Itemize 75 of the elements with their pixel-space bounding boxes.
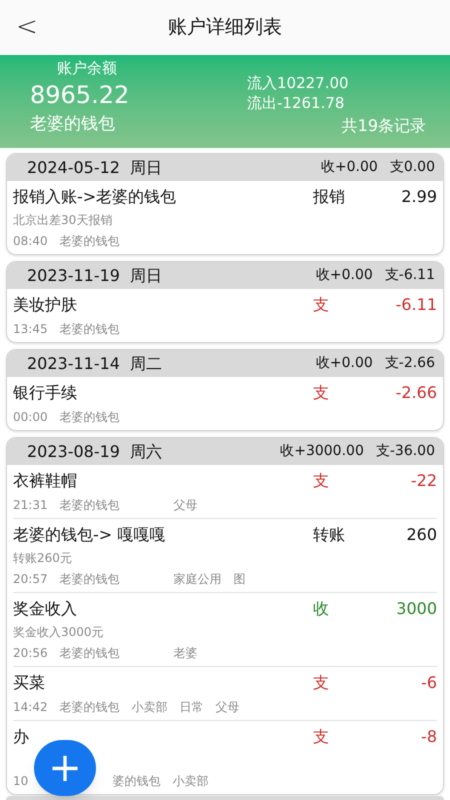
record-title: 衣裤鞋帽 (13, 470, 78, 492)
weekday-label: 周日 (130, 264, 162, 286)
record-title: 银行手续 (13, 382, 78, 404)
wallet-name: 老婆的钱包 (60, 321, 120, 338)
shop-name: 小卖部 (132, 699, 168, 716)
record-title: 美妆护肤 (13, 294, 78, 316)
weekday-label: 周二 (130, 352, 162, 374)
record-amount: -6 (421, 672, 437, 694)
account-name: 老婆的钱包 (30, 112, 115, 136)
back-button[interactable]: < (16, 12, 38, 42)
income-total: 收+0.00 (316, 266, 373, 285)
record-tag: 家庭公用 (174, 570, 222, 588)
record-tag: 日常 (180, 698, 204, 716)
record-time: 10 (13, 773, 28, 790)
record-time: 20:56 (13, 645, 48, 662)
record-title: 老婆的钱包-> 嘎嘎嘎 (13, 524, 166, 546)
record-type: 支 (313, 672, 330, 694)
record-time: 21:31 (13, 497, 48, 514)
record-memo: 奖金收入3000元 (13, 624, 105, 641)
record-type: 支 (313, 382, 330, 404)
balance-label: 账户余额 (57, 58, 117, 79)
record-title: 办 (13, 726, 30, 748)
record-tag: 老婆 (174, 644, 198, 662)
record-tag: 父母 (216, 698, 240, 716)
record-memo: 北京出差30天报销 (13, 212, 114, 229)
record-type: 支 (313, 294, 330, 316)
record-amount: -6.11 (396, 294, 437, 316)
record-type: 转账 (313, 524, 346, 546)
record-amount: 2.99 (401, 186, 437, 208)
wallet-name: 老婆的钱包 (60, 571, 120, 588)
weekday-label: 周日 (130, 156, 162, 178)
shop-name: 小卖部 (172, 773, 208, 790)
outflow-total: 流出-1261.78 (247, 93, 346, 113)
record-type: 支 (313, 726, 330, 748)
weekday-label: 周六 (130, 440, 162, 462)
record-time: 14:42 (13, 699, 48, 716)
record-amount: -2.66 (396, 382, 437, 404)
record-type: 收 (313, 598, 330, 620)
record-count: 共19条记录 (342, 115, 426, 137)
income-total: 收+0.00 (316, 354, 373, 373)
record-time: 00:00 (13, 409, 48, 426)
date-label: 2023-08-19 (27, 440, 120, 462)
record-time: 20:57 (13, 571, 48, 588)
inflow-total: 流入10227.00 (247, 73, 350, 93)
expense-total: 支-2.66 (384, 354, 435, 373)
page-title: 账户详细列表 (168, 15, 282, 40)
record-amount: 260 (406, 524, 437, 546)
record-title: 买菜 (13, 672, 46, 694)
wallet-name: 老婆的钱包 (60, 409, 120, 426)
record-amount: 3000 (396, 598, 437, 620)
wallet-name: 婆的钱包 (112, 773, 160, 790)
wallet-name: 老婆的钱包 (60, 645, 120, 662)
record-type: 支 (313, 470, 330, 492)
balance-amount: 8965.22 (30, 80, 130, 110)
expense-total: 支0.00 (390, 158, 435, 177)
record-time: 08:40 (13, 233, 48, 250)
date-label: 2024-05-12 (27, 156, 120, 178)
date-label: 2023-11-19 (27, 264, 120, 286)
record-time: 13:45 (13, 321, 48, 338)
wallet-name: 老婆的钱包 (60, 233, 120, 250)
record-amount: -22 (410, 470, 437, 492)
record-title: 奖金收入 (13, 598, 78, 620)
record-title: 报销入账->老婆的钱包 (13, 186, 178, 208)
income-total: 收+3000.00 (280, 442, 364, 461)
record-amount: -8 (421, 726, 437, 748)
income-total: 收+0.00 (320, 158, 378, 177)
record-tag: 图 (234, 570, 246, 588)
wallet-name: 老婆的钱包 (60, 699, 120, 716)
expense-total: 支-36.00 (376, 442, 435, 461)
record-type: 报销 (313, 186, 346, 208)
record-tag: 父母 (174, 496, 198, 514)
wallet-name: 老婆的钱包 (60, 497, 120, 514)
expense-total: 支-6.11 (384, 266, 435, 285)
record-memo: 转账260元 (13, 550, 73, 567)
date-label: 2023-11-14 (27, 352, 120, 374)
